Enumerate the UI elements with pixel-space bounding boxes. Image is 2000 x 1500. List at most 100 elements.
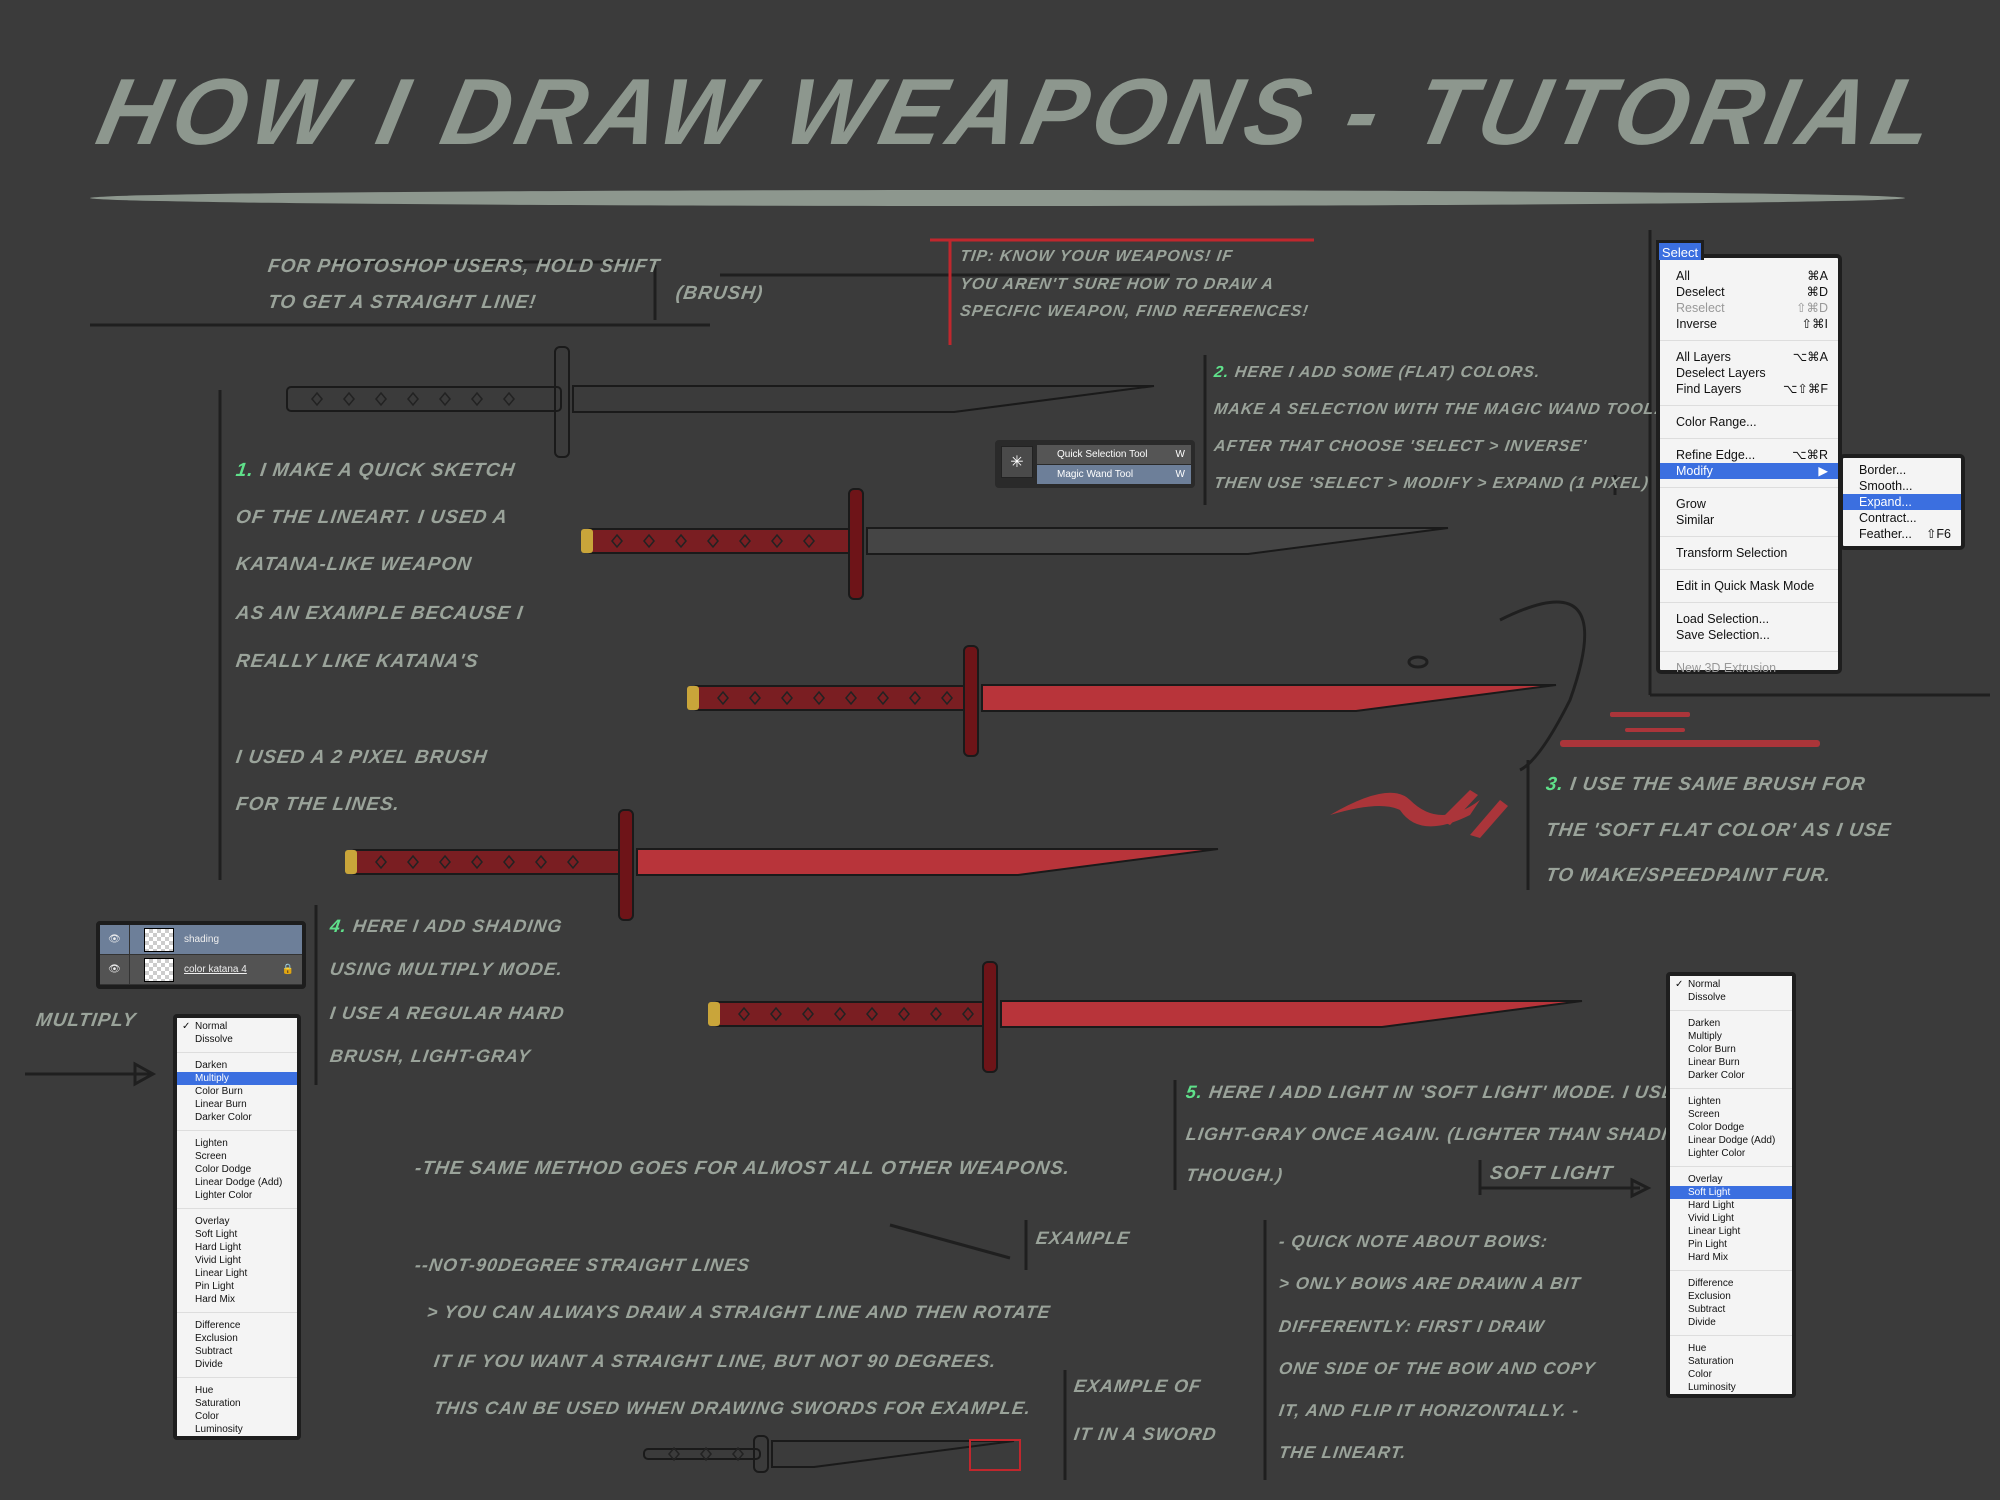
- blend-mode-hard-mix[interactable]: Hard Mix: [177, 1293, 297, 1306]
- blend-mode-linear-light[interactable]: Linear Light: [1670, 1225, 1792, 1238]
- eye-icon[interactable]: 👁: [100, 925, 130, 954]
- submenu-item-expand[interactable]: Expand...: [1843, 494, 1961, 510]
- blend-mode-linear-dodge-add[interactable]: Linear Dodge (Add): [1670, 1134, 1792, 1147]
- menu-item-modify[interactable]: Modify ▶: [1660, 463, 1838, 479]
- menu-item-new-3d-extrusion[interactable]: New 3D Extrusion: [1660, 660, 1838, 676]
- blend-mode-overlay[interactable]: Overlay: [177, 1215, 297, 1228]
- blend-mode-divide[interactable]: Divide: [1670, 1316, 1792, 1329]
- blend-mode-multiply[interactable]: Multiply: [1670, 1030, 1792, 1043]
- blend-mode-divide[interactable]: Divide: [177, 1358, 297, 1371]
- blend-mode-subtract[interactable]: Subtract: [177, 1345, 297, 1358]
- blend-mode-multiply[interactable]: Multiply: [177, 1072, 297, 1085]
- bows-note-line2: > Only bows are drawn a bit: [1277, 1274, 1583, 1293]
- blend-mode-label: Dissolve: [195, 1034, 233, 1045]
- blend-mode-linear-dodge-add[interactable]: Linear Dodge (Add): [177, 1176, 297, 1189]
- blend-mode-color-dodge[interactable]: Color Dodge: [177, 1163, 297, 1176]
- quick-selection-label: Quick Selection Tool: [1057, 449, 1148, 460]
- blend-mode-overlay[interactable]: Overlay: [1670, 1173, 1792, 1186]
- menu-item-deselect[interactable]: Deselect ⌘D: [1660, 284, 1838, 300]
- blend-mode-darker-color[interactable]: Darker Color: [1670, 1069, 1792, 1082]
- blend-mode-saturation[interactable]: Saturation: [177, 1397, 297, 1410]
- blend-mode-hard-light[interactable]: Hard Light: [1670, 1199, 1792, 1212]
- blend-mode-pin-light[interactable]: Pin Light: [1670, 1238, 1792, 1251]
- blend-mode-color-burn[interactable]: Color Burn: [177, 1085, 297, 1098]
- blend-mode-vivid-light[interactable]: Vivid Light: [177, 1254, 297, 1267]
- blend-mode-darker-color[interactable]: Darker Color: [177, 1111, 297, 1124]
- blend-mode-lighter-color[interactable]: Lighter Color: [1670, 1147, 1792, 1160]
- blend-mode-label: Linear Dodge (Add): [1688, 1135, 1776, 1146]
- layer-name: color katana 4: [184, 964, 247, 975]
- blend-mode-color-dodge[interactable]: Color Dodge: [1670, 1121, 1792, 1134]
- menu-item-find-layers[interactable]: Find Layers ⌥⇧⌘F: [1660, 381, 1838, 397]
- step1-text: really like katana's: [234, 651, 481, 672]
- menu-item-load-selection[interactable]: Load Selection...: [1660, 611, 1838, 627]
- submenu-item-feather[interactable]: Feather... ⇧F6: [1843, 526, 1961, 542]
- menu-separator: [177, 1377, 297, 1378]
- menu-item-inverse[interactable]: Inverse ⇧⌘I: [1660, 316, 1838, 332]
- blend-mode-hard-light[interactable]: Hard Light: [177, 1241, 297, 1254]
- menu-item-similar[interactable]: Similar: [1660, 512, 1838, 528]
- submenu-item-smooth[interactable]: Smooth...: [1843, 478, 1961, 494]
- blend-mode-hard-mix[interactable]: Hard Mix: [1670, 1251, 1792, 1264]
- step4-text: Here I add shading: [351, 916, 564, 936]
- menu-separator: [1660, 602, 1838, 603]
- blend-mode-difference[interactable]: Difference: [1670, 1277, 1792, 1290]
- shortcut: ⌥⌘R: [1792, 448, 1828, 462]
- blend-mode-lighter-color[interactable]: Lighter Color: [177, 1189, 297, 1202]
- blend-mode-subtract[interactable]: Subtract: [1670, 1303, 1792, 1316]
- blend-mode-luminosity[interactable]: Luminosity: [177, 1423, 297, 1436]
- menu-item-save-selection[interactable]: Save Selection...: [1660, 627, 1838, 643]
- blend-mode-vivid-light[interactable]: Vivid Light: [1670, 1212, 1792, 1225]
- blend-mode-lighten[interactable]: Lighten: [1670, 1095, 1792, 1108]
- menu-item-transform-selection[interactable]: Transform Selection: [1660, 545, 1838, 561]
- blend-mode-soft-light[interactable]: Soft Light: [177, 1228, 297, 1241]
- step4-text: brush, light-gray: [328, 1046, 533, 1066]
- blend-mode-dissolve[interactable]: Dissolve: [1670, 991, 1792, 1004]
- menu-item-deselect-layers[interactable]: Deselect Layers: [1660, 365, 1838, 381]
- blend-mode-color-burn[interactable]: Color Burn: [1670, 1043, 1792, 1056]
- sword-handle: [350, 849, 626, 875]
- tool-option[interactable]: Magic Wand Tool W: [1037, 465, 1191, 484]
- menu-item-color-range[interactable]: Color Range...: [1660, 414, 1838, 430]
- eye-icon[interactable]: 👁: [100, 955, 130, 984]
- menu-item-grow[interactable]: Grow: [1660, 496, 1838, 512]
- blend-mode-linear-burn[interactable]: Linear Burn: [177, 1098, 297, 1111]
- blend-mode-hue[interactable]: Hue: [177, 1384, 297, 1397]
- blend-mode-exclusion[interactable]: Exclusion: [1670, 1290, 1792, 1303]
- blend-mode-luminosity[interactable]: Luminosity: [1670, 1381, 1792, 1394]
- blend-mode-hue[interactable]: Hue: [1670, 1342, 1792, 1355]
- blend-mode-difference[interactable]: Difference: [177, 1319, 297, 1332]
- menu-item-label: All Layers: [1676, 350, 1731, 364]
- blend-mode-exclusion[interactable]: Exclusion: [177, 1332, 297, 1345]
- menu-item-refine-edge[interactable]: Refine Edge... ⌥⌘R: [1660, 447, 1838, 463]
- tool-option[interactable]: Quick Selection Tool W: [1037, 445, 1191, 464]
- select-menu-title[interactable]: Select: [1656, 240, 1704, 260]
- blend-mode-pin-light[interactable]: Pin Light: [177, 1280, 297, 1293]
- blend-mode-color[interactable]: Color: [177, 1410, 297, 1423]
- blend-mode-color[interactable]: Color: [1670, 1368, 1792, 1381]
- blend-mode-screen[interactable]: Screen: [1670, 1108, 1792, 1121]
- blend-mode-linear-burn[interactable]: Linear Burn: [1670, 1056, 1792, 1069]
- blend-mode-label: Vivid Light: [1688, 1213, 1734, 1224]
- blend-mode-darken[interactable]: Darken: [1670, 1017, 1792, 1030]
- blend-mode-lighten[interactable]: Lighten: [177, 1137, 297, 1150]
- blend-mode-saturation[interactable]: Saturation: [1670, 1355, 1792, 1368]
- layer-row[interactable]: 👁 color katana 4 🔒: [100, 955, 302, 985]
- submenu-item-border[interactable]: Border...: [1843, 462, 1961, 478]
- menu-item-all[interactable]: All ⌘A: [1660, 268, 1838, 284]
- menu-item-reselect[interactable]: Reselect ⇧⌘D: [1660, 300, 1838, 316]
- blend-mode-dissolve[interactable]: Dissolve: [177, 1033, 297, 1046]
- submenu-item-contract[interactable]: Contract...: [1843, 510, 1961, 526]
- step4-line-4: brush, light-gray: [328, 1046, 533, 1067]
- menu-separator: [177, 1208, 297, 1209]
- menu-item-edit-in-quick-mask-mode[interactable]: Edit in Quick Mask Mode: [1660, 578, 1838, 594]
- magic-wand-icon[interactable]: ✳: [1001, 446, 1033, 478]
- blend-mode-darken[interactable]: Darken: [177, 1059, 297, 1072]
- blend-mode-normal[interactable]: ✓ Normal: [1670, 978, 1792, 991]
- blend-mode-normal[interactable]: ✓ Normal: [177, 1020, 297, 1033]
- menu-item-all-layers[interactable]: All Layers ⌥⌘A: [1660, 349, 1838, 365]
- blend-mode-soft-light[interactable]: Soft Light: [1670, 1186, 1792, 1199]
- layer-row[interactable]: 👁 shading: [100, 925, 302, 955]
- blend-mode-screen[interactable]: Screen: [177, 1150, 297, 1163]
- blend-mode-linear-light[interactable]: Linear Light: [177, 1267, 297, 1280]
